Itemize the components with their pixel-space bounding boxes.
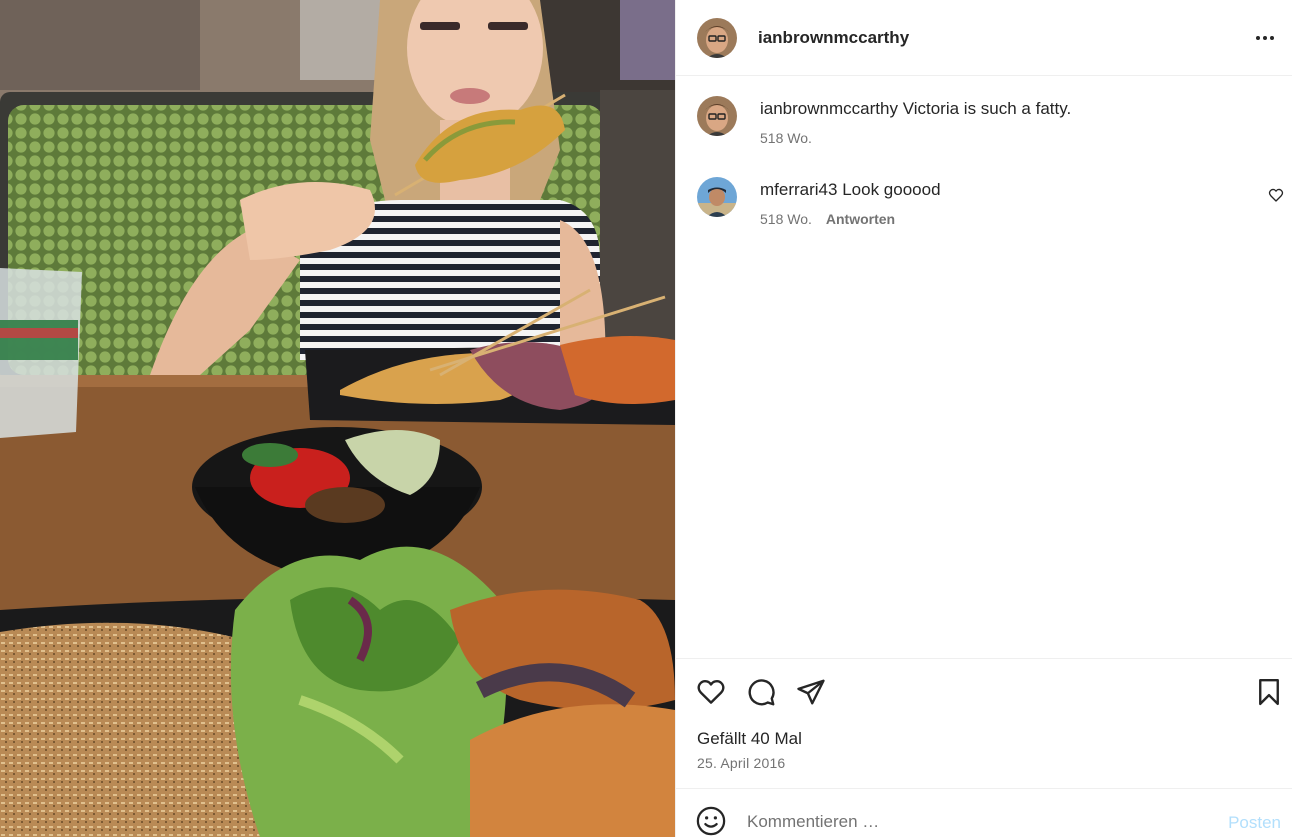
post-sidebar: ianbrownmccarthy ianbrownmccarthy Victor…: [675, 0, 1292, 837]
comment-age[interactable]: 518 Wo.: [760, 211, 812, 227]
heart-icon[interactable]: [696, 677, 726, 707]
caption-text: ianbrownmccarthy Victoria is such a fatt…: [760, 99, 1071, 119]
commenter-avatar[interactable]: [697, 177, 737, 217]
comment-body: Look gooood: [842, 180, 941, 199]
author-avatar[interactable]: [697, 18, 737, 58]
bookmark-icon[interactable]: [1254, 677, 1284, 707]
emoji-icon[interactable]: [696, 806, 726, 836]
post-image[interactable]: [0, 0, 675, 837]
post-header: ianbrownmccarthy: [676, 0, 1292, 76]
caption-body: Victoria is such a fatty.: [902, 99, 1072, 118]
post-actions: Gefällt 40 Mal 25. April 2016: [676, 658, 1292, 788]
comment-meta: 518 Wo. Antworten: [760, 211, 895, 227]
caption-username[interactable]: ianbrownmccarthy: [760, 99, 898, 118]
post-date[interactable]: 25. April 2016: [697, 755, 785, 771]
caption-meta: 518 Wo.: [760, 130, 812, 146]
post-comment-button[interactable]: Posten: [1228, 813, 1281, 833]
author-username[interactable]: ianbrownmccarthy: [758, 28, 909, 48]
comment-composer: Posten: [676, 788, 1292, 837]
like-comment-icon[interactable]: [1268, 187, 1284, 203]
share-icon[interactable]: [796, 677, 826, 707]
comment-icon[interactable]: [746, 677, 776, 707]
caption-age[interactable]: 518 Wo.: [760, 130, 812, 146]
more-options-icon[interactable]: [1253, 26, 1277, 50]
comment-input[interactable]: [747, 809, 1207, 835]
caption-author-avatar[interactable]: [697, 96, 737, 136]
likes-count[interactable]: Gefällt 40 Mal: [697, 729, 802, 749]
comment-username[interactable]: mferrari43: [760, 180, 837, 199]
comment-text: mferrari43 Look gooood: [760, 180, 941, 200]
food-photo: [0, 0, 675, 837]
reply-button[interactable]: Antworten: [826, 211, 895, 227]
